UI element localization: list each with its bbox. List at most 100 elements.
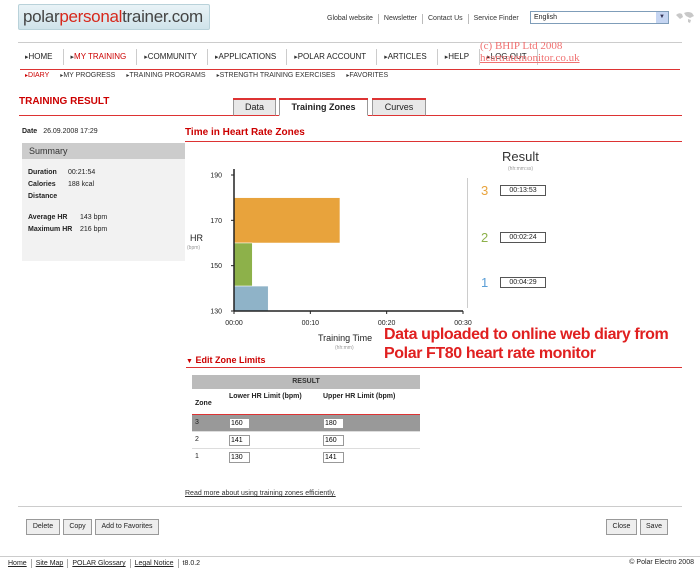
calories-label: Calories [28,181,56,188]
maximum-hr-value: 216 bpm [80,226,108,233]
nav-item-applications[interactable]: APPLICATIONS [208,49,288,65]
column-lower-hr-limit: Lower HR Limit (bpm) [229,393,302,400]
lower-hr-limit-input-zone-3[interactable] [229,418,250,429]
nav-item-help[interactable]: HELP [438,49,481,65]
zone-limits-table: RESULT Zone Lower HR Limit (bpm) Upper H… [192,375,420,465]
top-link-global-website[interactable]: Global website [322,14,379,24]
save-button[interactable]: Save [640,519,668,535]
footer-link-legal-notice[interactable]: Legal Notice [131,559,179,568]
nav-item-polar-account[interactable]: POLAR ACCOUNT [287,49,378,65]
upper-hr-limit-input-zone-1[interactable] [323,452,344,463]
distance-label: Distance [28,193,58,200]
sub-nav: DIARYMY PROGRESSTRAINING PROGRAMSSTRENGT… [20,69,680,81]
bar-zone-1 [233,285,269,312]
calories-value: 188 kcal [68,181,95,188]
nav-item-community[interactable]: COMMUNITY [137,49,209,65]
tab-curves[interactable]: Curves [372,98,426,116]
result-zone-2-number: 2 [481,230,489,245]
x-tick-label: 00:10 [302,320,320,327]
top-link-newsletter[interactable]: Newsletter [379,14,423,24]
footer: Home Site Map POLAR Glossary Legal Notic… [0,556,700,569]
edit-zone-limits-toggle[interactable]: ▼ Edit Zone Limits [186,355,265,365]
summary-maximum-hr: Maximum HR 216 bpm [28,226,107,233]
watermark-line-1: (c) BHIP Ltd 2008 [480,40,563,52]
footer-version: t8.0.2 [182,560,201,567]
summary-heading: Summary [22,143,185,159]
result-unit: (hh:mm:ss) [508,166,533,172]
zone-limit-row-zone: 2 [195,436,199,443]
watermark-line-2: heartratemonitor.co.uk [480,52,580,64]
annotation-line-2: Polar FT80 heart rate monitor [384,345,596,362]
close-button[interactable]: Close [606,519,637,535]
logo-part-polar: polar [23,7,60,26]
column-upper-hr-limit: Upper HR Limit (bpm) [323,393,396,400]
upper-hr-limit-input-zone-2[interactable] [323,435,344,446]
navigation: HOMEMY TRAININGCOMMUNITYAPPLICATIONSPOLA… [18,42,682,84]
edit-zone-divider [186,367,682,368]
site-logo[interactable]: polarpersonaltrainer.com [18,4,210,30]
tab-training-zones[interactable]: Training Zones [279,98,368,116]
nav-item-articles[interactable]: ARTICLES [377,49,438,65]
summary-distance: Distance [28,193,68,200]
zone-limits-rows: 3 2 1 [192,414,420,465]
nav-item-home[interactable]: HOME [18,49,64,65]
annotation-text: Data uploaded to online web diary from P… [384,325,694,363]
summary-duration: Duration 00:21:54 [28,169,95,176]
lower-hr-limit-input-zone-1[interactable] [229,452,250,463]
result-zone-3-time: 00:13:53 [500,185,546,196]
bar-zone-3 [233,197,341,244]
bottom-divider [18,506,682,507]
y-tick-label: 150 [210,263,222,270]
duration-label: Duration [28,169,57,176]
zone-limit-row-2: 2 [192,431,420,448]
date-value: 26.09.2008 17:29 [43,128,98,135]
world-map-icon [676,12,694,23]
result-zone-1-number: 1 [481,275,489,290]
edit-zone-limits-title: Edit Zone Limits [195,355,266,365]
chevron-down-icon[interactable]: ▼ [656,12,668,23]
upper-hr-limit-input-zone-3[interactable] [323,418,344,429]
summary-calories: Calories 188 kcal [28,181,94,188]
y-tick-label: 130 [210,309,222,316]
copyright-watermark: (c) BHIP Ltd 2008 heartratemonitor.co.uk [480,40,580,64]
zone-limit-row-zone: 1 [195,453,199,460]
date-label: Date [22,128,38,135]
logo-part-trainer: trainer.com [122,7,203,26]
heart-rate-zone-chart: 19017015013000:00 00:10 00:20 00:30HR(bpm)T… [187,169,472,351]
zone-limit-row-zone: 3 [195,419,199,426]
language-select[interactable]: English ▼ [530,11,669,24]
subnav-item-training-programs[interactable]: TRAINING PROGRAMS [121,70,211,81]
footer-link-polar-glossary[interactable]: POLAR Glossary [68,559,131,568]
subnav-item-strength-training-exercises[interactable]: STRENGTH TRAINING EXERCISES [212,70,342,81]
top-link-service-finder[interactable]: Service Finder [469,14,524,24]
footer-link-site-map[interactable]: Site Map [32,559,69,568]
x-axis-label: Training Time [318,333,372,343]
result-divider [467,178,468,308]
caret-down-icon: ▼ [186,358,193,365]
summary-average-hr: Average HR 143 bpm [28,214,107,221]
result-zone-3-number: 3 [481,183,489,198]
zone-limit-row-1: 1 [192,448,420,465]
lower-hr-limit-input-zone-2[interactable] [229,435,250,446]
subnav-item-favorites[interactable]: FAVORITES [341,70,394,81]
chart-title-divider [185,141,682,142]
maximum-hr-label: Maximum HR [28,226,73,233]
zone-limit-row-3: 3 [192,414,420,431]
copy-button[interactable]: Copy [63,519,92,535]
read-more-link[interactable]: Read more about using training zones eff… [185,490,336,497]
subnav-item-my-progress[interactable]: MY PROGRESS [55,70,121,81]
tab-data[interactable]: Data [233,98,276,116]
footer-link-home[interactable]: Home [4,559,32,568]
nav-item-my-training[interactable]: MY TRAINING [64,49,138,65]
main-nav: HOMEMY TRAININGCOMMUNITYAPPLICATIONSPOLA… [18,49,538,65]
result-zone-2-time: 00:02:24 [500,232,546,243]
top-link-contact-us[interactable]: Contact Us [423,14,469,24]
add-to-favorites-button[interactable]: Add to Favorites [95,519,159,535]
subnav-item-diary[interactable]: DIARY [20,70,55,81]
y-tick-label: 190 [210,173,222,180]
language-value: English [534,14,557,21]
y-tick-label: 170 [210,218,222,225]
page-title: TRAINING RESULT [19,96,110,107]
footer-links: Home Site Map POLAR Glossary Legal Notic… [4,559,204,568]
delete-button[interactable]: Delete [26,519,60,535]
